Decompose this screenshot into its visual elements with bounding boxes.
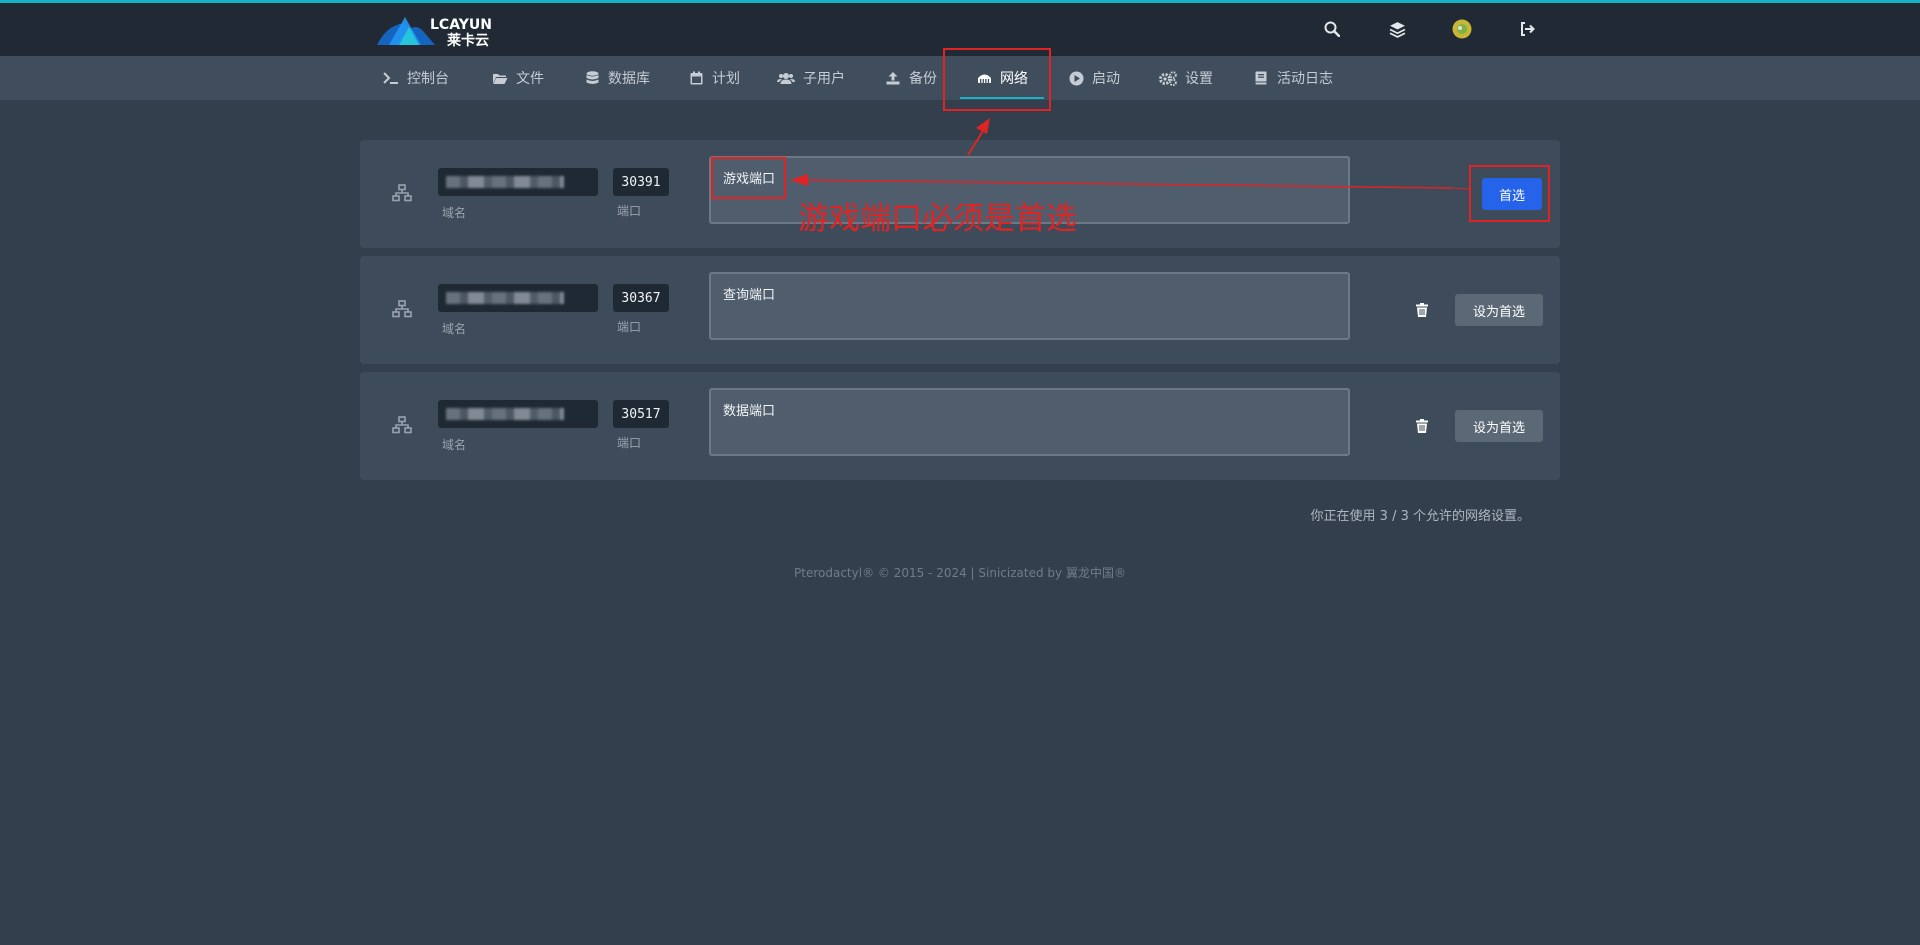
tab-users[interactable]: 子用户 — [777, 56, 845, 100]
tab-users-label: 子用户 — [803, 71, 845, 87]
network-wired-icon — [392, 184, 412, 204]
logo-subtext: 莱卡云 — [447, 32, 489, 49]
tab-backups-label: 备份 — [909, 71, 937, 87]
tab-databases-label: 数据库 — [608, 71, 650, 87]
allocation-row: 域名 30367 端口 查询端口 设为首选 — [360, 256, 1560, 364]
book-icon — [1253, 70, 1269, 86]
search-icon[interactable] — [1320, 17, 1344, 41]
upload-icon — [885, 70, 901, 86]
avatar[interactable] — [1450, 17, 1474, 41]
allocation-notes-input[interactable]: 数据端口 — [709, 388, 1350, 456]
port-label: 端口 — [617, 204, 642, 218]
domain-label: 域名 — [442, 322, 467, 336]
calendar-icon — [688, 70, 704, 86]
make-primary-button[interactable]: 设为首选 — [1455, 410, 1543, 442]
domain-value — [438, 284, 598, 312]
tab-files-label: 文件 — [516, 71, 544, 87]
domain-value — [438, 168, 598, 196]
annotation-highlight-notes — [711, 157, 786, 199]
allocation-row: 域名 30517 端口 数据端口 设为首选 — [360, 372, 1560, 480]
tab-databases[interactable]: 数据库 — [584, 56, 650, 100]
tab-startup[interactable]: 启动 — [1068, 56, 1120, 100]
domain-label: 域名 — [442, 438, 467, 452]
tab-activity[interactable]: 活动日志 — [1253, 56, 1333, 100]
tab-files[interactable]: 文件 — [492, 56, 544, 100]
domain-value — [438, 400, 598, 428]
terminal-icon — [383, 70, 399, 86]
folder-icon — [492, 70, 508, 86]
annotation-highlight-primary — [1469, 165, 1550, 222]
tab-console[interactable]: 控制台 — [383, 56, 449, 100]
port-label: 端口 — [617, 320, 642, 334]
port-label: 端口 — [617, 436, 642, 450]
port-value: 30517 — [613, 400, 669, 428]
tab-schedules-label: 计划 — [712, 71, 740, 87]
footer: Pterodactyl® © 2015 - 2024 | Sinicizated… — [794, 566, 1126, 580]
network-wired-icon — [392, 416, 412, 436]
make-primary-button[interactable]: 设为首选 — [1455, 294, 1543, 326]
allocation-usage-text: 你正在使用 3 / 3 个允许的网络设置。 — [1310, 509, 1530, 524]
play-icon — [1068, 70, 1084, 86]
tab-settings[interactable]: 设置 — [1159, 56, 1213, 100]
tab-settings-label: 设置 — [1185, 71, 1213, 87]
layers-icon[interactable] — [1385, 17, 1409, 41]
users-icon — [777, 70, 795, 86]
logout-icon[interactable] — [1515, 17, 1539, 41]
tab-activity-label: 活动日志 — [1277, 71, 1333, 87]
tab-schedules[interactable]: 计划 — [688, 56, 740, 100]
tab-backups[interactable]: 备份 — [885, 56, 937, 100]
cogs-icon — [1159, 70, 1177, 86]
allocation-notes-input[interactable]: 查询端口 — [709, 272, 1350, 340]
database-icon — [584, 70, 600, 86]
logo-text: LCAYUN — [430, 17, 492, 33]
annotation-text: 游戏端口必须是首选 — [798, 201, 1077, 237]
port-value: 30367 — [613, 284, 669, 312]
network-wired-icon — [392, 300, 412, 320]
logo[interactable]: LCAYUN 莱卡云 — [375, 11, 515, 49]
domain-label: 域名 — [442, 206, 467, 220]
trash-icon[interactable] — [1412, 416, 1432, 436]
port-value: 30391 — [613, 168, 669, 196]
tab-startup-label: 启动 — [1092, 71, 1120, 87]
trash-icon[interactable] — [1412, 300, 1432, 320]
annotation-highlight-network-tab — [943, 48, 1051, 111]
tab-console-label: 控制台 — [407, 71, 449, 87]
